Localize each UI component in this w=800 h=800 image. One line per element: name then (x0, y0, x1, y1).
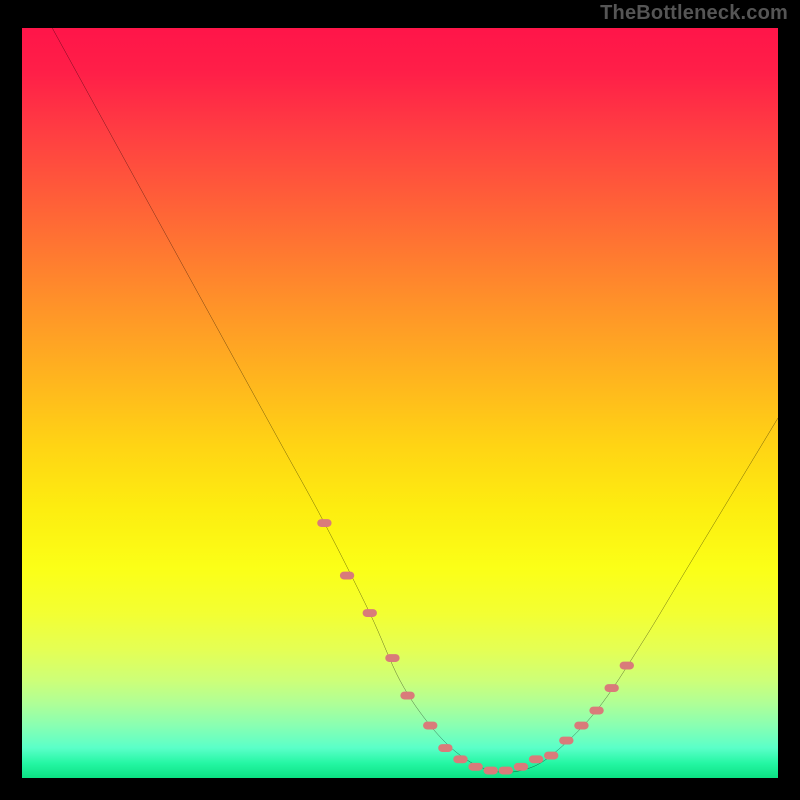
zone-marker-dot (385, 654, 399, 662)
zone-marker-dot (423, 722, 437, 730)
zone-marker-dot (317, 519, 331, 527)
zone-marker-dot (438, 744, 452, 752)
curve-layer (22, 28, 778, 778)
zone-marker-dot (604, 684, 618, 692)
zone-marker-dot (484, 767, 498, 775)
zone-markers (317, 519, 634, 774)
zone-marker-dot (499, 767, 513, 775)
zone-marker-dot (340, 572, 354, 580)
plot-area (22, 28, 778, 778)
zone-marker-dot (574, 722, 588, 730)
zone-marker-dot (514, 763, 528, 771)
zone-marker-dot (453, 755, 467, 763)
zone-marker-dot (620, 662, 634, 670)
zone-marker-dot (400, 692, 414, 700)
chart-frame: TheBottleneck.com (0, 0, 800, 800)
bottleneck-curve (52, 28, 778, 772)
zone-marker-dot (468, 763, 482, 771)
zone-marker-dot (363, 609, 377, 617)
watermark-text: TheBottleneck.com (600, 2, 788, 25)
zone-marker-dot (589, 707, 603, 715)
zone-marker-dot (529, 755, 543, 763)
zone-marker-dot (544, 752, 558, 760)
zone-marker-dot (559, 737, 573, 745)
